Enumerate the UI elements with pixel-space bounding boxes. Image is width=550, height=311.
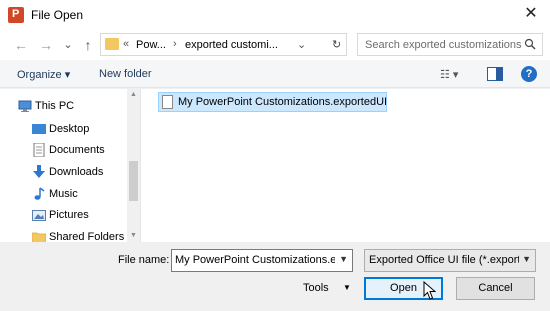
new-folder-button[interactable]: New folder — [99, 68, 152, 80]
organize-button[interactable]: Organize ▾ — [17, 68, 70, 81]
list-item[interactable]: My PowerPoint Customizations.exportedUI — [158, 92, 387, 112]
preview-pane-icon[interactable] — [487, 67, 503, 81]
navigation-scrollbar[interactable]: ▲ ▼ — [127, 89, 140, 242]
tree-item-label: Music — [49, 188, 78, 200]
file-name: My PowerPoint Customizations.exportedUI — [178, 96, 388, 108]
breadcrumb-item[interactable]: Pow... — [136, 39, 166, 51]
tree-item-label: Pictures — [49, 209, 89, 221]
title-bar: File Open ✕ — [0, 0, 550, 30]
file-name-label: File name: — [118, 254, 170, 266]
file-type-select[interactable]: Exported Office UI file (*.exporte ▼ — [364, 249, 536, 272]
downloads-icon — [33, 165, 45, 178]
folder-icon — [105, 38, 119, 50]
desktop-icon — [32, 124, 46, 134]
close-button[interactable]: ✕ — [517, 3, 545, 25]
powerpoint-icon — [8, 7, 24, 23]
pictures-icon — [32, 210, 46, 221]
window-title: File Open — [31, 8, 84, 22]
tree-item-downloads[interactable]: Downloads — [0, 162, 127, 182]
search-placeholder: Search exported customizations — [365, 39, 522, 51]
command-bar: Organize ▾ New folder ☷ ▾ ? — [0, 60, 550, 88]
address-dropdown-icon[interactable]: ⌄ — [297, 38, 306, 51]
file-type-value: Exported Office UI file (*.exporte — [369, 254, 519, 266]
scroll-down-icon[interactable]: ▼ — [129, 232, 138, 239]
refresh-icon[interactable]: ↻ — [332, 38, 341, 51]
tree-item-label: Desktop — [49, 123, 90, 135]
scrollbar-thumb[interactable] — [129, 161, 138, 201]
address-overflow[interactable]: « — [123, 38, 129, 50]
tree-item-music[interactable]: Music — [0, 184, 127, 204]
change-view-button[interactable]: ☷ ▾ — [440, 68, 458, 81]
chevron-down-icon[interactable]: ▼ — [339, 254, 348, 264]
forward-button[interactable]: → — [38, 36, 54, 54]
back-button[interactable]: ← — [13, 36, 29, 54]
documents-icon — [33, 143, 45, 157]
breadcrumb-item[interactable]: exported customi... — [185, 39, 278, 51]
tree-item-shared-folders[interactable]: Shared Folders — [0, 227, 127, 242]
tree-item-desktop[interactable]: Desktop — [0, 119, 127, 139]
search-icon — [524, 38, 536, 50]
address-bar[interactable]: « Pow... › exported customi... ⌄ ↻ — [100, 33, 347, 56]
tree-item-label: Downloads — [49, 166, 104, 178]
tools-button[interactable]: Tools — [303, 282, 329, 294]
mouse-cursor-icon — [423, 281, 436, 300]
tree-item-pictures[interactable]: Pictures — [0, 205, 127, 225]
tools-dropdown-icon[interactable]: ▼ — [343, 283, 351, 292]
recent-locations-button[interactable]: ⌄ — [60, 36, 76, 54]
tree-item-label: This PC — [35, 100, 75, 112]
tree-item-label: Documents — [49, 144, 105, 156]
tree-item-this-pc[interactable]: This PC — [0, 96, 113, 116]
help-icon[interactable]: ? — [521, 66, 537, 82]
search-input[interactable]: Search exported customizations — [357, 33, 543, 56]
navigation-pane: This PC Desktop Documents Downloads Musi… — [0, 89, 140, 242]
tree-item-documents[interactable]: Documents — [0, 140, 127, 160]
file-list: My PowerPoint Customizations.exportedUI — [140, 89, 550, 242]
dialog-footer: File name: My PowerPoint Customizations.… — [0, 242, 550, 311]
breadcrumb-separator[interactable]: › — [173, 38, 177, 50]
computer-icon — [18, 100, 32, 112]
tree-item-label: Shared Folders — [49, 231, 125, 242]
file-name-value[interactable]: My PowerPoint Customizations.ex — [175, 254, 335, 266]
file-icon — [162, 95, 173, 109]
up-button[interactable]: ↑ — [80, 36, 96, 54]
cancel-button[interactable]: Cancel — [456, 277, 535, 300]
file-name-field[interactable]: My PowerPoint Customizations.ex ▼ — [171, 249, 353, 272]
folder-icon — [32, 232, 46, 242]
navigation-bar: ← → ⌄ ↑ « Pow... › exported customi... ⌄… — [0, 30, 550, 60]
music-icon — [34, 187, 45, 200]
scroll-up-icon[interactable]: ▲ — [129, 91, 138, 98]
chevron-down-icon[interactable]: ▼ — [522, 254, 531, 264]
